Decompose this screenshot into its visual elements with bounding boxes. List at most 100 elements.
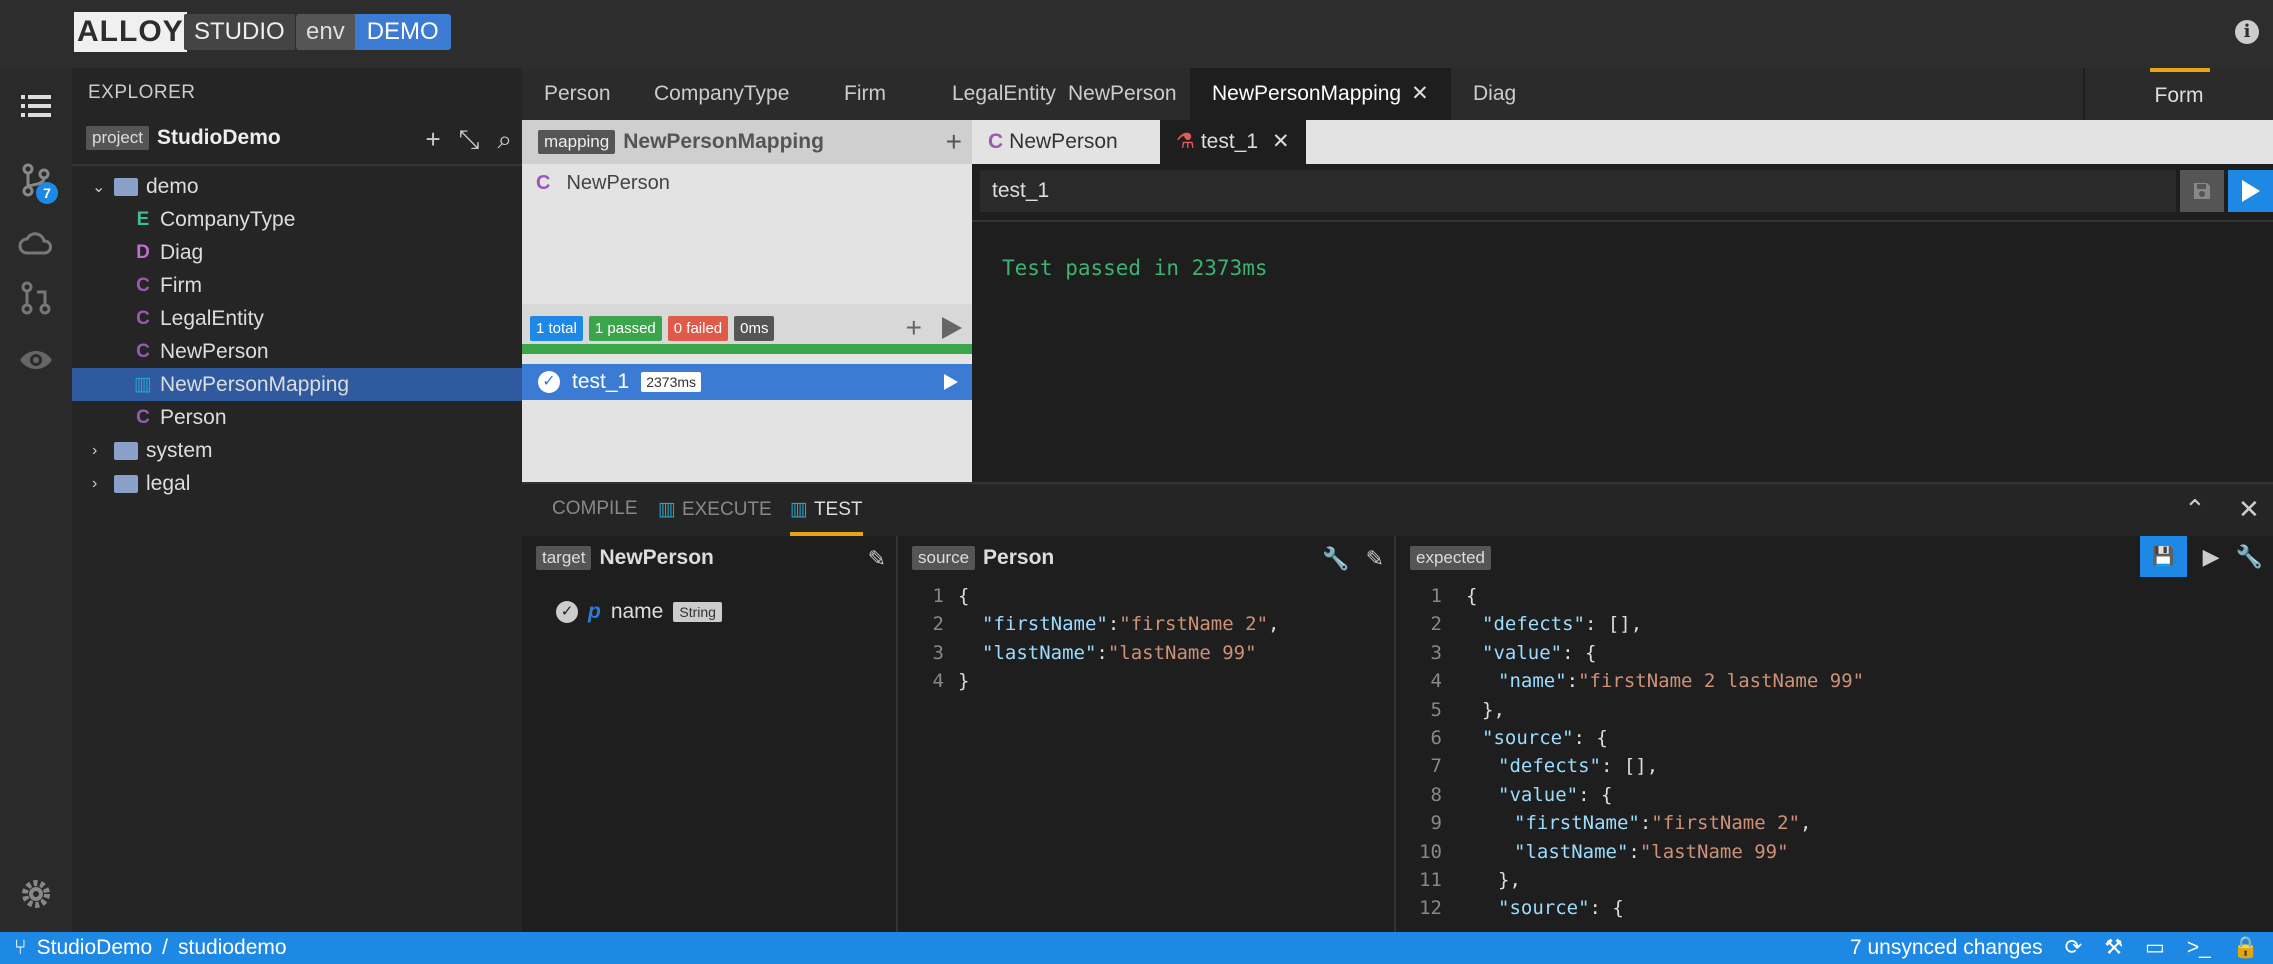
explorer-activity-button[interactable] [0, 76, 72, 136]
map-icon: ▥ [658, 499, 676, 520]
project-header: project StudioDemo [86, 126, 281, 150]
status-project[interactable]: StudioDemo [37, 932, 153, 964]
local-changes-activity-button[interactable]: 7 [0, 150, 72, 210]
property-type-badge: String [673, 602, 722, 622]
unsynced-changes[interactable]: 7 unsynced changes [1850, 932, 2043, 964]
target-name: NewPerson [599, 546, 714, 569]
source-name: Person [983, 546, 1055, 569]
tree-label: NewPerson [160, 339, 269, 363]
save-button[interactable] [2180, 170, 2224, 212]
close-icon[interactable]: ✕ [1411, 82, 1429, 105]
tab-execute[interactable]: ▥ EXECUTE [658, 498, 772, 521]
tree-item-firm[interactable]: C Firm [72, 269, 522, 302]
chevron-right-icon: › [92, 441, 98, 459]
tree-item-newperson[interactable]: C NewPerson [72, 335, 522, 368]
gear-icon [22, 880, 50, 908]
add-icon[interactable]: + [946, 126, 962, 158]
active-indicator [2150, 68, 2210, 72]
tree-item-legalentity[interactable]: C LegalEntity [72, 302, 522, 335]
run-test-button[interactable] [2228, 170, 2273, 212]
window-icon[interactable]: ▭ [2145, 932, 2165, 964]
tree-label: system [146, 438, 213, 462]
tab-person[interactable]: Person [522, 68, 633, 120]
tab-newpersonmapping[interactable]: NewPersonMapping ✕ [1190, 68, 1451, 120]
mapping-class-item[interactable]: C NewPerson [536, 172, 670, 195]
code-line: 1{ [932, 585, 970, 607]
form-mode-tab[interactable]: Form [2083, 68, 2273, 120]
tree-item-diag[interactable]: D Diag [72, 236, 522, 269]
divider [972, 220, 2273, 222]
env-label: env [296, 14, 355, 50]
code-line: 12 "source": { [1419, 897, 1624, 920]
explorer-tree: ⌄ demo E CompanyType D Diag C Firm C Leg… [72, 170, 522, 500]
search-icon[interactable]: ⌕ [497, 126, 512, 152]
plus-icon[interactable]: + [425, 126, 440, 152]
tab-compile[interactable]: COMPILE [552, 498, 638, 520]
run-test-icon[interactable] [944, 374, 958, 390]
code-line: 10 "lastName": "lastName 99" [1419, 840, 1789, 863]
property-row[interactable]: ✓ p name String [556, 600, 722, 624]
code-line: 4} [932, 670, 970, 693]
status-workspace[interactable]: studiodemo [178, 932, 287, 964]
class-icon: C [136, 340, 150, 362]
terminal-icon[interactable]: >_ [2187, 932, 2211, 964]
play-circle-icon[interactable]: ▶ [2203, 536, 2220, 577]
expected-header: expected 💾 ▶ 🔧 [1396, 536, 2273, 580]
test-row[interactable]: ✓ test_1 2373ms [522, 364, 972, 400]
status-left: ⑂ StudioDemo / studiodemo [14, 932, 287, 964]
tree-label: Diag [160, 240, 204, 264]
expected-code-editor[interactable]: 1{2 "defects": [], 3 "value": {4 "name": "fi… [1396, 582, 2273, 923]
tree-label: Person [160, 405, 227, 429]
tab-companytype[interactable]: CompanyType [632, 68, 811, 120]
tab-diag[interactable]: Diag [1451, 68, 1538, 120]
wrench-icon[interactable]: 🔧 [2236, 536, 2263, 577]
tree-label: Firm [160, 273, 202, 297]
chevron-down-icon: ⌄ [92, 178, 106, 196]
test-name-input[interactable]: test_1 [980, 170, 2176, 212]
expected-tag: expected [1410, 546, 1491, 570]
class-icon: C [988, 130, 1004, 153]
tree-item-person[interactable]: C Person [72, 401, 522, 434]
tree-item-newpersonmapping[interactable]: ▥ NewPersonMapping [72, 368, 522, 401]
collapse-icon[interactable]: ⤡ [459, 126, 480, 152]
edit-icon[interactable]: ✎ [868, 546, 886, 572]
view-activity-button[interactable] [0, 330, 72, 390]
hammer-icon[interactable]: ⚒ [2104, 932, 2123, 964]
maximize-icon[interactable]: ⌃ [2184, 494, 2206, 525]
test-editor-pane: C NewPerson ⚗ test_1 ✕ test_1 Test passed i… [972, 120, 2273, 482]
close-icon[interactable]: ✕ [1272, 130, 1290, 153]
class-icon: C [136, 406, 150, 428]
source-header: source Person 🔧 ✎ [898, 536, 1394, 580]
tree-item-companytype[interactable]: E CompanyType [72, 203, 522, 236]
tab-newperson-class[interactable]: C NewPerson [972, 120, 1134, 164]
project-tag: project [86, 126, 150, 150]
settings-button[interactable] [0, 864, 72, 924]
tree-folder-demo[interactable]: ⌄ demo [72, 170, 522, 203]
tab-test-1[interactable]: ⚗ test_1 ✕ [1160, 120, 1306, 164]
cloud-activity-button[interactable] [0, 214, 72, 274]
code-line: 3 "lastName": "lastName 99" [932, 641, 1257, 664]
wrench-icon[interactable]: 🔧 [1322, 546, 1349, 572]
tab-test[interactable]: ▥ TEST [790, 498, 863, 536]
review-activity-button[interactable] [0, 268, 72, 328]
env-value: DEMO [354, 14, 451, 50]
add-test-icon[interactable]: + [906, 312, 922, 344]
tree-folder-legal[interactable]: › legal [72, 467, 522, 500]
code-line: 5}, [1430, 698, 1505, 721]
close-panel-icon[interactable]: ✕ [2238, 494, 2260, 525]
test-tab-bar: C NewPerson ⚗ test_1 ✕ [972, 120, 2273, 164]
source-code-editor[interactable]: 1{ 2 "firstName": "firstName 2", 3 "lastNa… [898, 582, 1394, 696]
save-expected-button[interactable]: 💾 [2140, 536, 2187, 577]
tab-newperson[interactable]: NewPerson [1046, 68, 1199, 120]
info-icon[interactable]: i [2235, 20, 2259, 44]
project-name: StudioDemo [157, 126, 281, 149]
sync-icon[interactable]: ⟳ [2065, 932, 2083, 964]
tab-firm[interactable]: Firm [822, 68, 908, 120]
alloy-logo: ALLOY [74, 12, 187, 52]
folder-icon [114, 441, 138, 460]
lock-icon[interactable]: 🔒 [2233, 932, 2259, 964]
tab-label: EXECUTE [681, 499, 772, 520]
tree-folder-system[interactable]: › system [72, 434, 522, 467]
edit-icon[interactable]: ✎ [1366, 546, 1384, 572]
run-all-icon[interactable] [942, 317, 962, 339]
